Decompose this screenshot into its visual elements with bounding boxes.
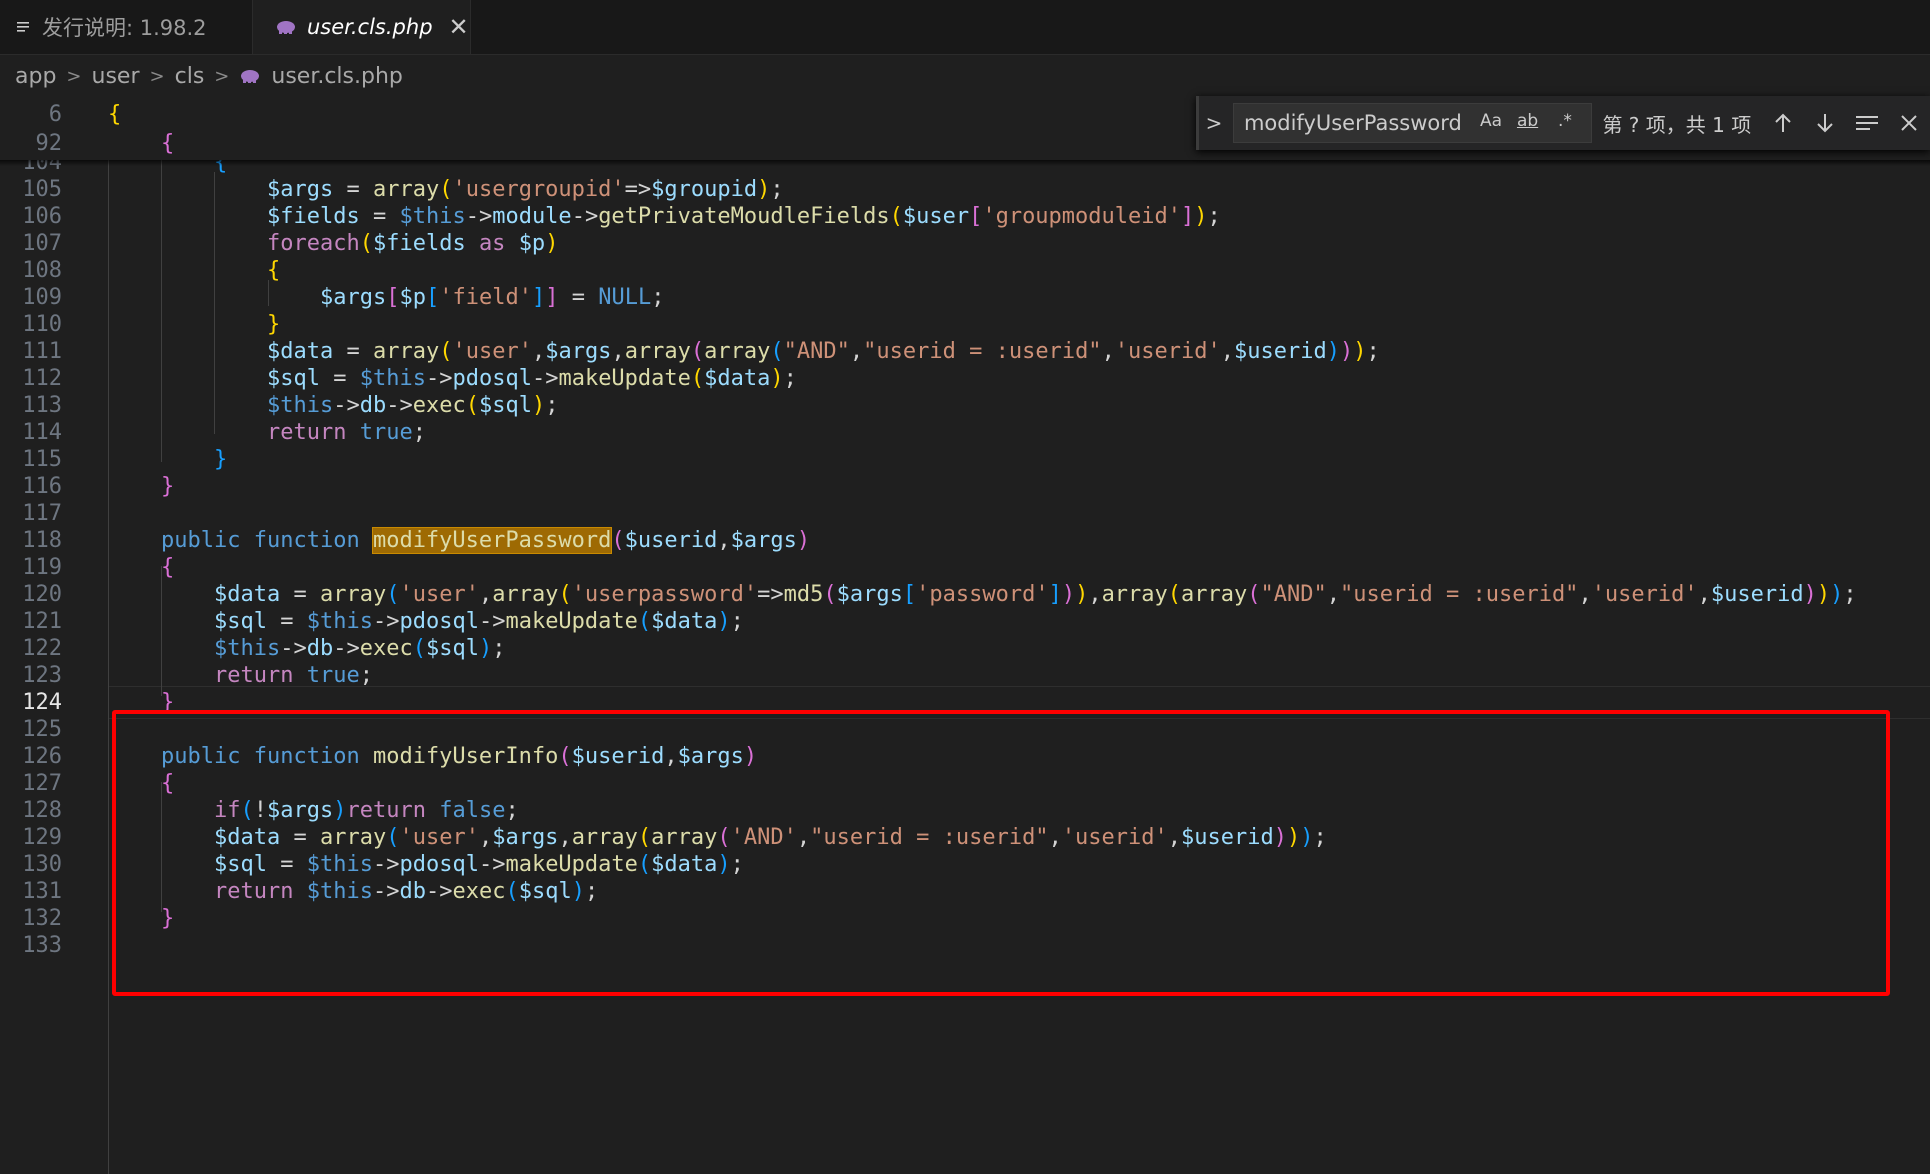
match-case-toggle[interactable]: Aa	[1480, 111, 1502, 131]
chevron-right-icon: >	[214, 65, 230, 87]
tab-bar: 发行说明: 1.98.2 user.cls.php ✕	[0, 0, 1930, 55]
indent-guide	[161, 566, 163, 696]
tab-label: user.cls.php	[307, 15, 433, 39]
php-elephant-icon	[275, 19, 297, 35]
breadcrumb-app[interactable]: app	[15, 64, 56, 89]
arrow-down-icon[interactable]	[1804, 112, 1846, 134]
close-icon[interactable]: ✕	[449, 13, 469, 41]
chevron-right-icon: >	[149, 65, 165, 87]
annotation-box	[112, 710, 1890, 996]
regex-toggle[interactable]: .*	[1558, 111, 1572, 131]
list-icon	[16, 19, 32, 35]
code-editor[interactable]: 103 else104 {105 $args = array('usergrou…	[0, 96, 1930, 1174]
arrow-up-icon[interactable]	[1762, 112, 1804, 134]
find-input[interactable]: modifyUserPassword Aa ab .*	[1232, 103, 1593, 143]
tab-user-cls-php[interactable]: user.cls.php ✕	[253, 0, 471, 54]
tab-label: 发行说明: 1.98.2	[42, 16, 207, 40]
line-code: {	[161, 131, 175, 156]
indent-guide	[267, 280, 269, 306]
chevron-right-icon[interactable]: >	[1199, 111, 1229, 135]
tab-release-notes[interactable]: 发行说明: 1.98.2	[0, 0, 253, 54]
whole-word-toggle[interactable]: ab	[1517, 111, 1538, 131]
close-icon[interactable]	[1888, 114, 1930, 132]
breadcrumb-user[interactable]: user	[92, 64, 140, 89]
line-number: 92	[35, 131, 63, 156]
chevron-right-icon: >	[66, 65, 82, 87]
find-result-count: 第 ? 项，共 1 项	[1602, 112, 1752, 137]
breadcrumb-cls[interactable]: cls	[175, 64, 205, 89]
indent-guide	[214, 172, 216, 434]
breadcrumb-file[interactable]: user.cls.php	[271, 64, 403, 89]
find-widget: > modifyUserPassword Aa ab .* 第 ? 项，共 1 …	[1196, 96, 1930, 150]
breadcrumb: app > user > cls > user.cls.php	[0, 56, 1930, 96]
find-in-selection-icon[interactable]	[1846, 113, 1888, 133]
indent-guide	[108, 96, 109, 1174]
php-elephant-icon	[239, 68, 261, 84]
sticky-shadow	[0, 160, 1930, 166]
line-number: 133	[22, 933, 62, 958]
find-query: modifyUserPassword	[1243, 111, 1462, 135]
